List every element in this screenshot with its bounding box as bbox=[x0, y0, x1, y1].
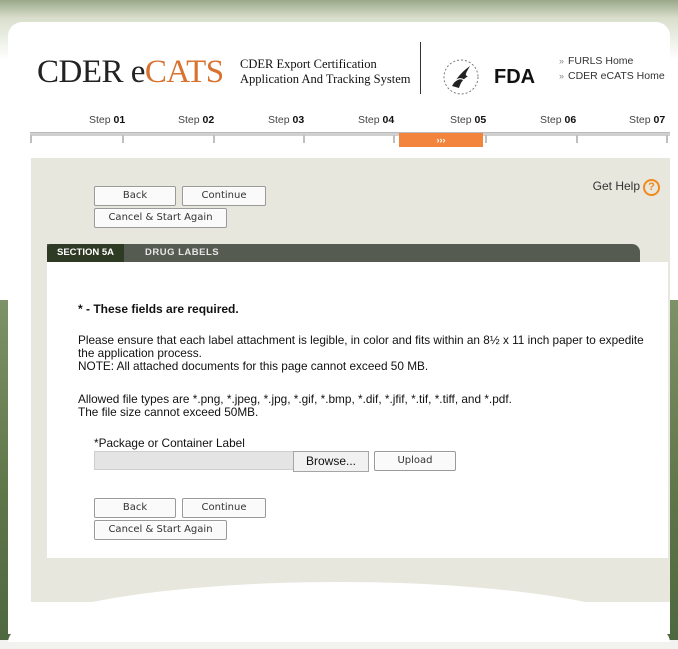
system-name: CDER Export Certification Application An… bbox=[240, 57, 411, 87]
step-01: Step 01 bbox=[89, 114, 125, 126]
browse-button[interactable]: Browse... bbox=[293, 451, 369, 472]
get-help-link[interactable]: Get Help? bbox=[593, 179, 660, 196]
step-04: Step 04 bbox=[358, 114, 394, 126]
step-03: Step 03 bbox=[268, 114, 304, 126]
step-prefix: Step bbox=[450, 114, 472, 126]
back-button-bottom[interactable]: Back bbox=[94, 498, 176, 518]
step-number: 06 bbox=[564, 114, 577, 126]
cancel-start-again-button-bottom[interactable]: Cancel & Start Again bbox=[94, 520, 227, 540]
logo-suffix: CATS bbox=[144, 54, 224, 90]
step-number: 03 bbox=[292, 114, 305, 126]
cder-ecats-home-link[interactable]: » CDER eCATS Home bbox=[559, 69, 665, 84]
step-tick bbox=[666, 135, 668, 143]
step-tick bbox=[393, 135, 395, 143]
step-prefix: Step bbox=[629, 114, 651, 126]
fda-logo: FDA bbox=[494, 66, 535, 88]
step-tick bbox=[30, 135, 32, 143]
step-05: Step 05 bbox=[450, 114, 486, 126]
step-number: 05 bbox=[474, 114, 487, 126]
back-button-top[interactable]: Back bbox=[94, 186, 176, 206]
step-02: Step 02 bbox=[178, 114, 214, 126]
cancel-start-again-button-top[interactable]: Cancel & Start Again bbox=[94, 208, 227, 228]
step-number: 01 bbox=[113, 114, 126, 126]
size-limit-note: NOTE: All attached documents for this pa… bbox=[78, 359, 429, 373]
hhs-eagle-icon bbox=[443, 59, 479, 95]
section-title: DRUG LABELS bbox=[145, 247, 220, 258]
continue-button-bottom[interactable]: Continue bbox=[182, 498, 266, 518]
system-name-line1: CDER Export Certification bbox=[240, 57, 377, 71]
required-fields-note: * - These fields are required. bbox=[78, 302, 239, 316]
step-number: 02 bbox=[202, 114, 215, 126]
step-prefix: Step bbox=[89, 114, 111, 126]
step-progress: Step 01 Step 02 Step 03 Step 04 Step 05 … bbox=[8, 114, 670, 128]
furls-home-link-label: FURLS Home bbox=[568, 55, 634, 67]
chevron-right-icon: » bbox=[559, 71, 565, 81]
section-number: SECTION 5A bbox=[47, 244, 125, 262]
step-tick bbox=[213, 135, 215, 143]
file-size-note: The file size cannot exceed 50MB. bbox=[78, 405, 259, 419]
chevron-right-icon: » bbox=[559, 56, 565, 66]
package-label-field-label: *Package or Container Label bbox=[94, 436, 245, 450]
step-07: Step 07 bbox=[629, 114, 665, 126]
step-prefix: Step bbox=[178, 114, 200, 126]
step-number: 04 bbox=[382, 114, 395, 126]
package-label-file-path[interactable] bbox=[94, 451, 294, 470]
step-tick bbox=[303, 135, 305, 143]
furls-home-link[interactable]: » FURLS Home bbox=[559, 54, 665, 69]
step-06: Step 06 bbox=[540, 114, 576, 126]
step-number: 07 bbox=[653, 114, 666, 126]
get-help-label: Get Help bbox=[592, 179, 640, 193]
step-prefix: Step bbox=[358, 114, 380, 126]
section-header: SECTION 5A DRUG LABELS bbox=[47, 244, 640, 262]
step-tick bbox=[485, 135, 487, 143]
step-tick bbox=[122, 135, 124, 143]
active-step-marker: ››› bbox=[399, 133, 483, 147]
cder-ecats-home-link-label: CDER eCATS Home bbox=[568, 70, 665, 82]
app-logo: CDER eCATS bbox=[37, 54, 224, 91]
step-tick bbox=[576, 135, 578, 143]
upload-button[interactable]: Upload bbox=[374, 451, 456, 471]
continue-button-top[interactable]: Continue bbox=[182, 186, 266, 206]
header-links: » FURLS Home » CDER eCATS Home bbox=[559, 54, 665, 84]
step-ruler bbox=[30, 132, 670, 136]
system-name-line2: Application And Tracking System bbox=[240, 72, 411, 86]
step-prefix: Step bbox=[268, 114, 290, 126]
help-icon: ? bbox=[643, 179, 660, 196]
logo-prefix: CDER e bbox=[37, 54, 145, 90]
step-prefix: Step bbox=[540, 114, 562, 126]
fda-logo-text: FDA bbox=[494, 66, 535, 88]
header-divider bbox=[420, 42, 421, 94]
